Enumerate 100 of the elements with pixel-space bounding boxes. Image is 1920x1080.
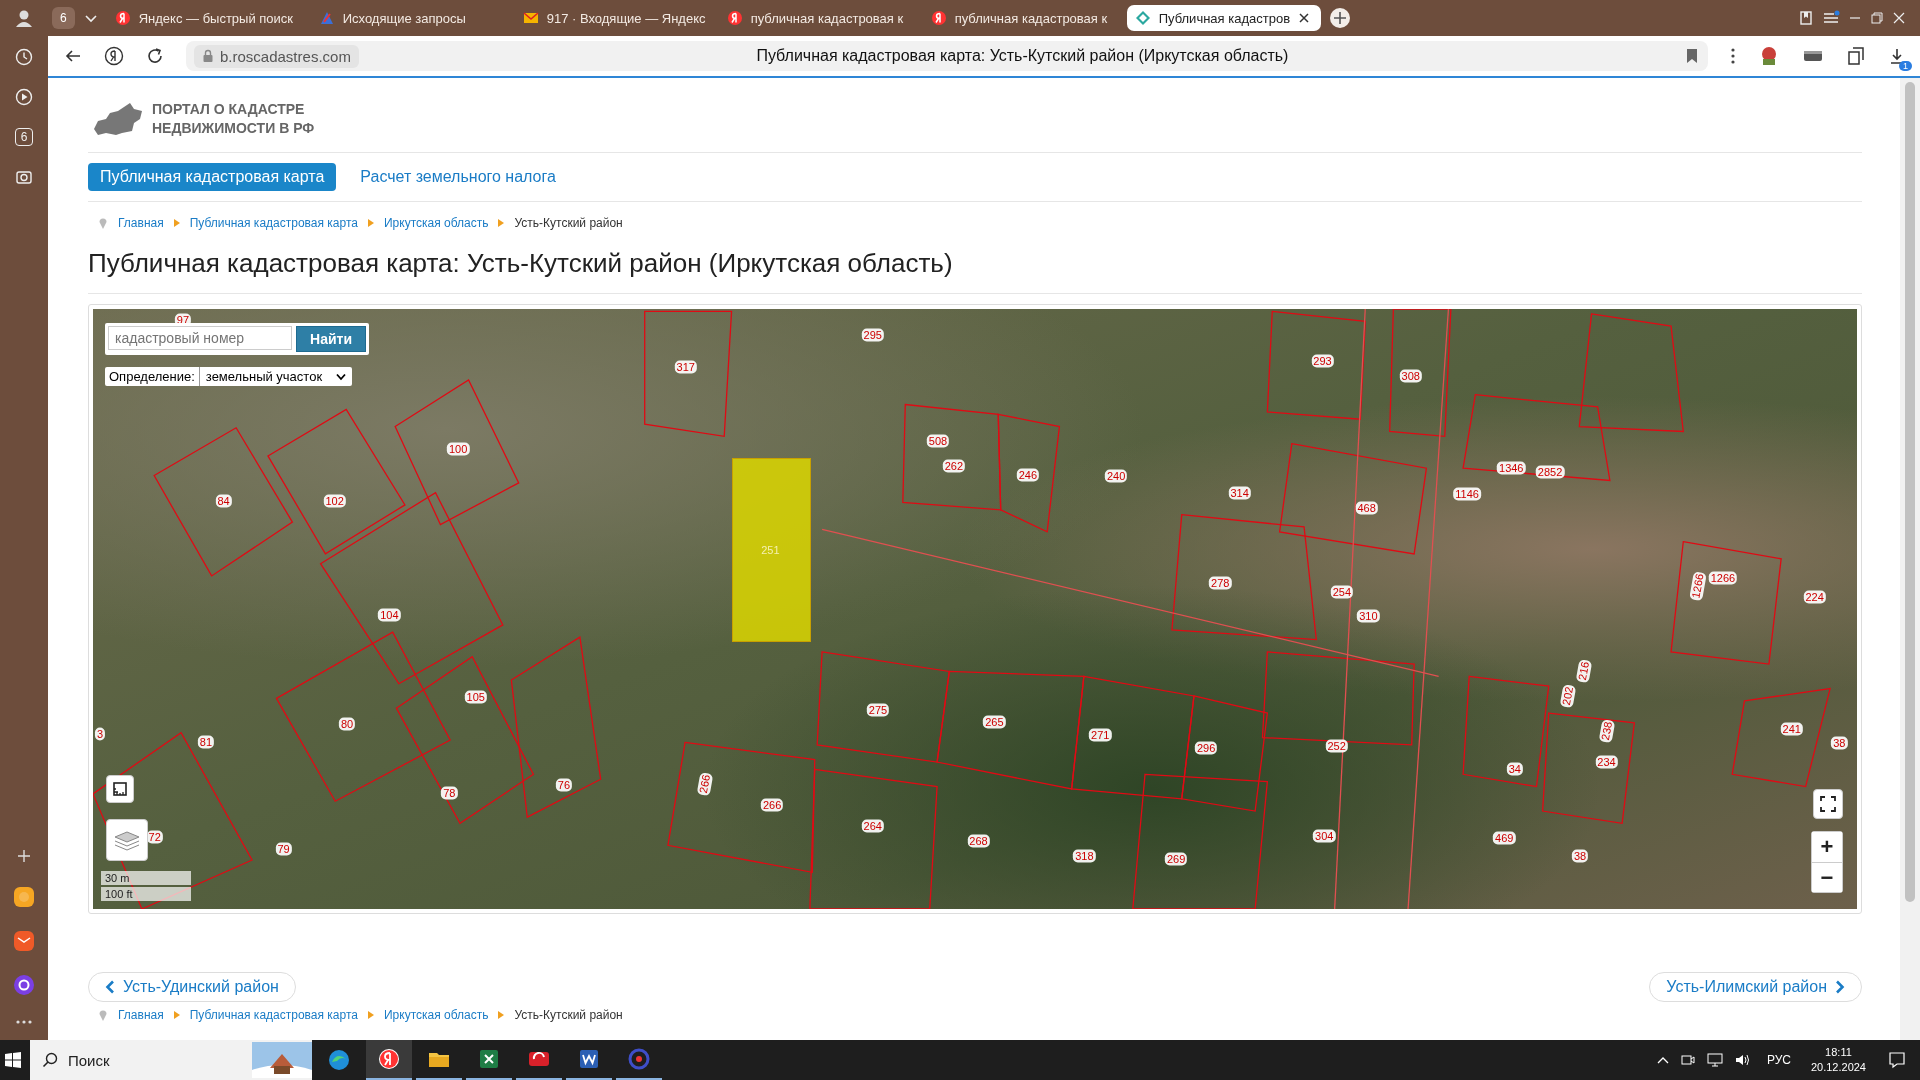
- parcel-number[interactable]: 266: [696, 772, 714, 797]
- parcel-number[interactable]: 264: [861, 819, 884, 833]
- parcel-number[interactable]: 296: [1194, 741, 1218, 755]
- parcel-number[interactable]: 1346: [1497, 461, 1526, 475]
- browser-tab[interactable]: Публичная кадастров: [1126, 5, 1321, 31]
- parcel-number[interactable]: 469: [1493, 831, 1516, 845]
- keyboard-language[interactable]: РУС: [1766, 1053, 1791, 1067]
- parcel-number[interactable]: 266: [760, 798, 784, 812]
- parcel-number[interactable]: 224: [1803, 590, 1826, 604]
- parcel-number[interactable]: 275: [866, 703, 890, 717]
- parcel-number[interactable]: 308: [1399, 369, 1422, 383]
- zoom-out-button[interactable]: −: [1812, 862, 1842, 892]
- parcel-number[interactable]: 102: [323, 494, 346, 508]
- parcel-number[interactable]: 269: [1164, 852, 1188, 866]
- parcel-number[interactable]: 1266: [1689, 570, 1708, 601]
- parcel-number[interactable]: 1266: [1708, 571, 1738, 585]
- browser-tab[interactable]: Яндекс — быстрый поиск: [106, 5, 303, 31]
- selected-parcel-highlight[interactable]: [731, 458, 812, 642]
- parcel-number[interactable]: 2852: [1535, 465, 1565, 479]
- close-icon[interactable]: [1298, 12, 1311, 24]
- parcel-number[interactable]: 468: [1355, 501, 1378, 515]
- parcel-number[interactable]: 265: [983, 715, 1006, 729]
- parcel-number[interactable]: 38: [1571, 849, 1589, 863]
- fullscreen-button[interactable]: [1813, 789, 1843, 819]
- caret-up-icon[interactable]: [1656, 1056, 1669, 1064]
- parcel-number[interactable]: 254: [1330, 585, 1354, 599]
- parcel-number[interactable]: 252: [1325, 739, 1348, 753]
- layers-button[interactable]: [106, 819, 148, 861]
- speaker-icon[interactable]: [1734, 1053, 1751, 1067]
- parcel-number[interactable]: 34: [1506, 762, 1523, 776]
- browser-tab[interactable]: Исходящие запросы: [310, 5, 507, 31]
- parcel-number[interactable]: 268: [967, 834, 990, 848]
- cadastral-number-field[interactable]: кадастровый номер: [108, 326, 292, 350]
- parcel-number[interactable]: 241: [1780, 722, 1803, 736]
- app-icon[interactable]: [13, 886, 35, 908]
- parcel-number[interactable]: 508: [926, 434, 950, 448]
- parcel-number[interactable]: 104: [378, 608, 401, 622]
- plus-icon[interactable]: [16, 848, 32, 864]
- word-document-icon[interactable]: [577, 1047, 601, 1071]
- parcel-number[interactable]: 38: [1831, 736, 1848, 750]
- spreadsheet-icon[interactable]: [477, 1047, 501, 1071]
- parcel-number[interactable]: 293: [1311, 354, 1334, 368]
- parcel-number[interactable]: 100: [446, 442, 470, 456]
- parcel-number[interactable]: 310: [1357, 609, 1380, 623]
- breadcrumb-link[interactable]: Главная: [118, 216, 164, 230]
- yandex-browser-icon[interactable]: [377, 1047, 401, 1071]
- parcel-number[interactable]: 84: [215, 494, 232, 508]
- parcel-number[interactable]: 318: [1073, 849, 1096, 863]
- play-icon[interactable]: [15, 88, 33, 106]
- scrollbar[interactable]: [1900, 78, 1920, 1040]
- breadcrumb-link[interactable]: Публичная кадастровая карта: [189, 216, 358, 230]
- bookmark-icon[interactable]: [1686, 48, 1698, 64]
- parcel-number[interactable]: 3: [95, 727, 106, 741]
- bookmarks-icon[interactable]: [1798, 10, 1814, 26]
- type-dropdown[interactable]: земельный участок: [199, 367, 353, 386]
- more-vertical-icon[interactable]: [1730, 47, 1736, 65]
- tab-count-badge[interactable]: 6: [14, 128, 34, 146]
- parcel-number[interactable]: 78: [441, 786, 458, 800]
- clock-date[interactable]: 20.12.2024: [1810, 1060, 1866, 1075]
- parcel-number[interactable]: 240: [1104, 469, 1128, 483]
- more-icon[interactable]: [15, 1018, 33, 1026]
- tab-counter[interactable]: 6: [52, 7, 75, 29]
- network-icon[interactable]: [1706, 1053, 1723, 1067]
- parcel-number[interactable]: 262: [942, 459, 965, 473]
- windows-start-icon[interactable]: [4, 1051, 22, 1069]
- circle-logo-icon[interactable]: [627, 1047, 651, 1071]
- mail-app-icon[interactable]: [13, 930, 35, 952]
- yandex-logo-icon[interactable]: [104, 46, 124, 66]
- parcel-number[interactable]: 317: [674, 360, 697, 374]
- taskbar-search-field[interactable]: Поиск: [30, 1040, 312, 1080]
- browser-tab[interactable]: 917 · Входящие — Яндекс: [514, 5, 711, 31]
- nav-tab[interactable]: Публичная кадастровая карта: [88, 163, 337, 191]
- parcel-number[interactable]: 216: [1575, 659, 1592, 684]
- notifications-icon[interactable]: [1888, 1051, 1906, 1069]
- address-bar[interactable]: b.roscadastres.com Публичная кадастровая карта: Усть-Кутский район (Иркутская область): [186, 41, 1708, 71]
- parcel-number[interactable]: 295: [861, 328, 884, 342]
- extension-icon[interactable]: [1846, 46, 1866, 66]
- ruler-button[interactable]: [106, 775, 134, 803]
- clock-time[interactable]: 18:11: [1825, 1045, 1852, 1060]
- breadcrumb-link[interactable]: Публичная кадастровая карта: [189, 1008, 358, 1022]
- clock-icon[interactable]: [15, 48, 33, 66]
- parcel-number[interactable]: 202: [1559, 683, 1577, 709]
- browser-tab[interactable]: публичная кадастровая к: [922, 5, 1119, 31]
- new-tab-icon[interactable]: [1328, 7, 1351, 29]
- breadcrumb-link[interactable]: Иркутская область: [383, 1008, 489, 1022]
- assistant-icon[interactable]: [13, 974, 35, 996]
- parcel-number[interactable]: 314: [1228, 486, 1251, 500]
- profile-icon[interactable]: [14, 8, 34, 28]
- camera-icon[interactable]: [1680, 1053, 1695, 1067]
- parcel-number[interactable]: 80: [338, 717, 356, 731]
- reload-icon[interactable]: [146, 47, 164, 65]
- close-icon[interactable]: [1892, 11, 1906, 25]
- breadcrumb-link[interactable]: Иркутская область: [383, 216, 489, 230]
- parcel-number[interactable]: 1146: [1453, 487, 1481, 501]
- parcel-number[interactable]: 234: [1595, 755, 1618, 769]
- parcel-number[interactable]: 278: [1209, 576, 1232, 590]
- camera-icon[interactable]: [15, 168, 33, 186]
- parcel-number[interactable]: 105: [464, 690, 487, 704]
- parcel-number[interactable]: 81: [197, 735, 214, 749]
- parcel-number[interactable]: 246: [1016, 468, 1040, 482]
